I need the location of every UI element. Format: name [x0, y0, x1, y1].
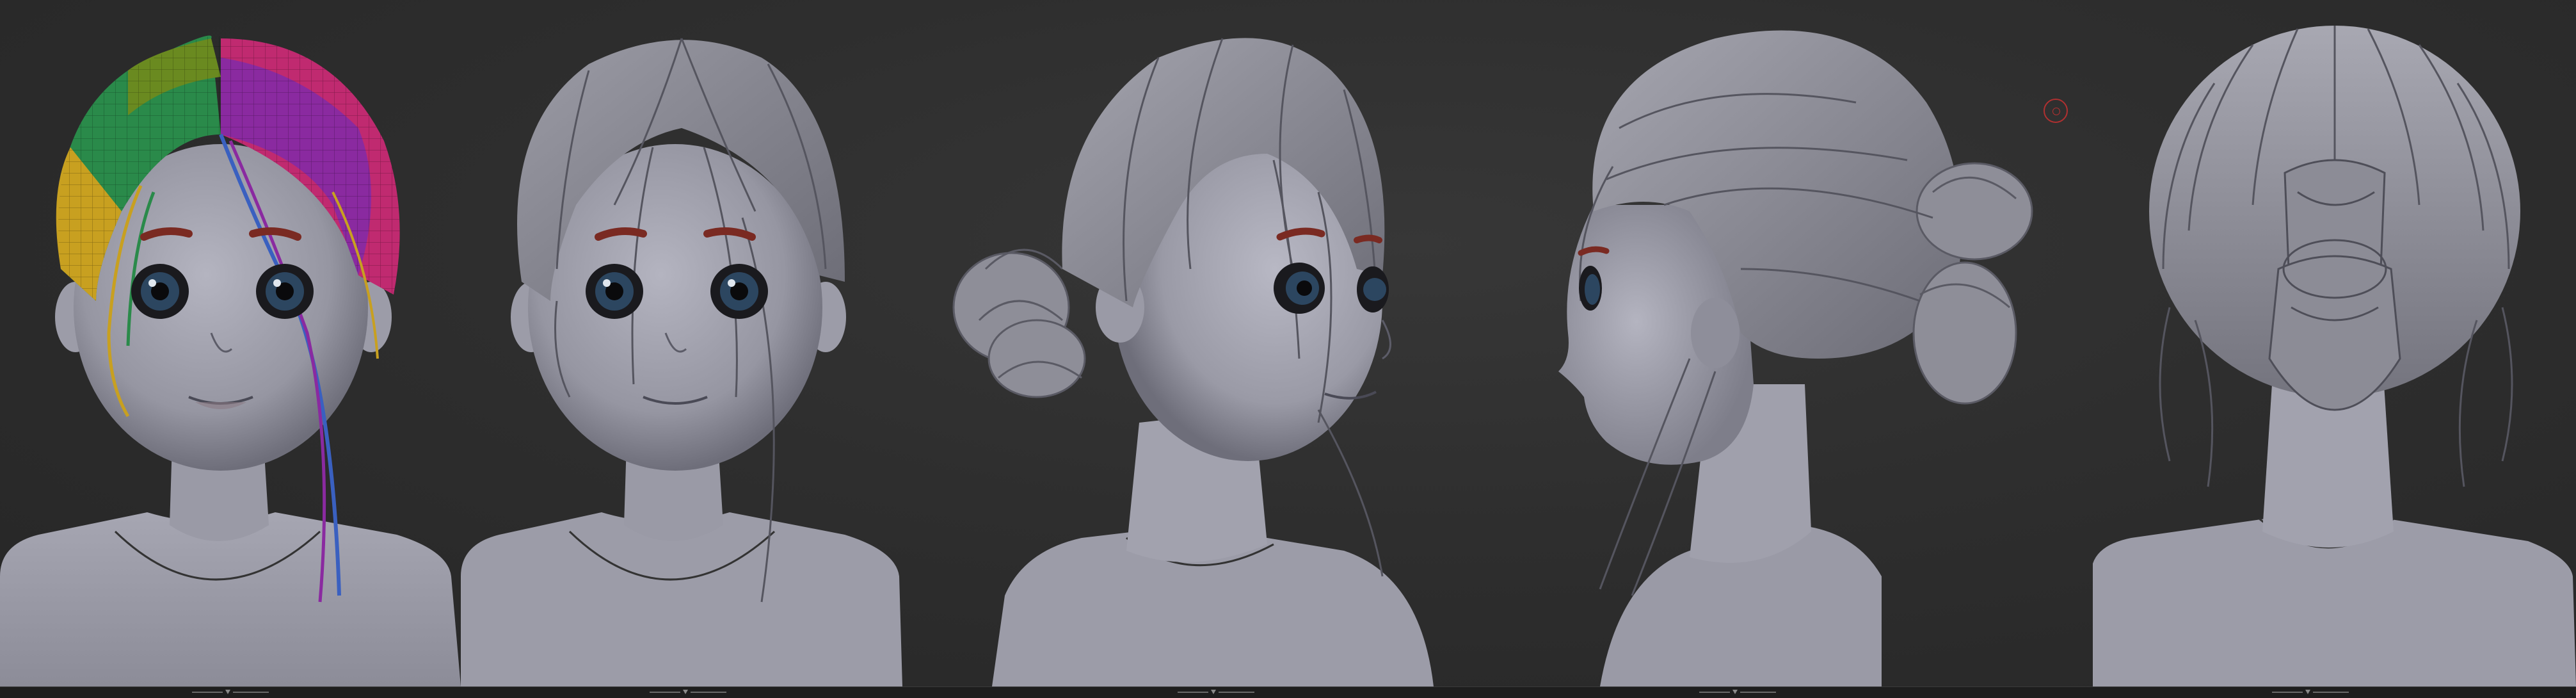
view-marker-5[interactable]	[2272, 690, 2349, 695]
view-marker-2[interactable]	[650, 690, 726, 695]
head-front	[461, 38, 902, 686]
head-side-profile	[1558, 30, 2033, 686]
view-front	[461, 0, 902, 686]
view-marker-4[interactable]	[1699, 690, 1776, 695]
head-front-polygroups	[0, 35, 461, 686]
view-back	[2093, 0, 2576, 686]
chevron-down-icon	[683, 690, 688, 694]
view-side-profile	[1523, 0, 2048, 686]
view-three-quarter-right	[934, 0, 1446, 686]
chevron-down-icon	[1211, 690, 1216, 694]
chevron-down-icon	[225, 690, 230, 694]
view-front-polygroups	[0, 0, 461, 686]
view-marker-1[interactable]	[192, 690, 269, 695]
chevron-down-icon	[1732, 690, 1738, 694]
zbrush-viewport[interactable]	[0, 0, 2576, 697]
viewport-bottom-bar	[0, 686, 2576, 698]
head-back	[2093, 26, 2576, 686]
brush-cursor-icon	[2044, 99, 2068, 123]
chevron-down-icon	[2305, 690, 2310, 694]
view-marker-3[interactable]	[1178, 690, 1254, 695]
head-three-quarter	[952, 38, 1434, 686]
